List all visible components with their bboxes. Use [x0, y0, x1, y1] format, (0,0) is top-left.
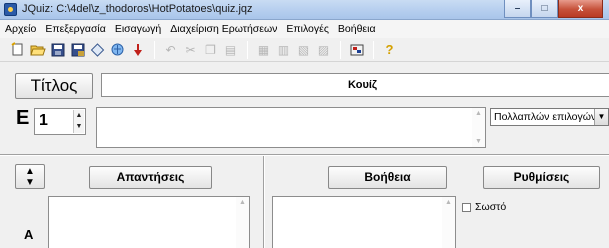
links-icon[interactable]: ▨	[314, 40, 333, 59]
new-file-icon[interactable]	[8, 40, 27, 59]
correct-label: Σωστό	[475, 201, 507, 213]
settings-button[interactable]: Ρυθμίσεις	[483, 166, 600, 189]
answer-row-label: A	[24, 227, 34, 242]
scroll-down-icon[interactable]: ▼	[472, 138, 485, 145]
toolbar-separator	[340, 40, 341, 59]
window-controls: – □ x	[504, 0, 603, 18]
toolbar-separator	[373, 40, 374, 59]
gap-icon[interactable]: ▧	[294, 40, 313, 59]
scroll-up-icon[interactable]: ▲	[472, 110, 485, 117]
spin-down-icon[interactable]: ▼	[74, 121, 84, 132]
reorder-answers-button[interactable]: ▲ ▼	[15, 164, 45, 189]
title-bar: JQuiz: C:\4del\z_thodoros\HotPotatoes\qu…	[0, 0, 609, 20]
open-folder-icon[interactable]	[28, 40, 47, 59]
answers-button[interactable]: Απαντήσεις	[89, 166, 212, 189]
menu-help[interactable]: Βοήθεια	[338, 23, 376, 35]
save-as-icon[interactable]	[68, 40, 87, 59]
scroll-up-icon[interactable]: ▲	[442, 199, 455, 206]
vertical-divider[interactable]	[263, 156, 265, 248]
title-input[interactable]: Κουίζ	[101, 73, 609, 97]
feedback-scrollbar[interactable]: ▲	[442, 197, 455, 248]
answer-text-input[interactable]: ▲	[48, 196, 250, 248]
question-type-value: Πολλαπλών επιλογών	[494, 111, 597, 123]
correct-checkbox[interactable]	[462, 202, 471, 212]
close-button[interactable]: x	[558, 0, 603, 18]
answer-scrollbar[interactable]: ▲	[236, 197, 249, 248]
menu-bar: Αρχείο Επεξεργασία Εισαγωγή Διαχείριση Ε…	[0, 20, 609, 38]
question-type-select[interactable]: Πολλαπλών επιλογών ▼	[490, 108, 609, 126]
paste-icon[interactable]: ▤	[221, 40, 240, 59]
menu-manage-questions[interactable]: Διαχείριση Ερωτήσεων	[170, 23, 277, 35]
toolbar: ↶ ✂ ❐ ▤ ▦ ▥ ▧ ▨ ?	[0, 38, 609, 62]
title-button[interactable]: Τίτλος	[15, 73, 93, 99]
table-icon[interactable]: ▥	[274, 40, 293, 59]
question-number-value: 1	[39, 112, 48, 129]
config-icon[interactable]	[347, 40, 366, 59]
question-prefix-label: E	[16, 107, 30, 129]
scroll-up-icon[interactable]: ▲	[236, 199, 249, 206]
maximize-button[interactable]: □	[531, 0, 558, 18]
export-icon[interactable]	[108, 40, 127, 59]
arrow-down-icon: ▼	[25, 177, 35, 188]
question-text-input[interactable]: ▲ ▼	[96, 107, 486, 148]
menu-options[interactable]: Επιλογές	[286, 23, 329, 35]
undo-icon[interactable]: ↶	[161, 40, 180, 59]
question-number-stepper[interactable]: 1 ▲ ▼	[34, 108, 86, 135]
save-icon[interactable]	[48, 40, 67, 59]
toolbar-separator	[247, 40, 248, 59]
menu-edit[interactable]: Επεξεργασία	[45, 23, 106, 35]
arrow-up-icon: ▲	[25, 166, 35, 177]
help-icon[interactable]: ?	[380, 40, 399, 59]
web-page-icon[interactable]	[88, 40, 107, 59]
image-icon[interactable]: ▦	[254, 40, 273, 59]
menu-insert[interactable]: Εισαγωγή	[115, 23, 161, 35]
feedback-text-input[interactable]: ▲	[272, 196, 456, 248]
app-icon	[4, 3, 17, 16]
copy-icon[interactable]: ❐	[201, 40, 220, 59]
spin-up-icon[interactable]: ▲	[74, 110, 84, 121]
feedback-button[interactable]: Βοήθεια	[328, 166, 447, 189]
correct-option[interactable]: Σωστό	[462, 201, 506, 213]
cut-icon[interactable]: ✂	[181, 40, 200, 59]
question-number-spinner[interactable]: ▲ ▼	[73, 110, 84, 133]
sort-icon[interactable]	[128, 40, 147, 59]
question-scrollbar[interactable]: ▲ ▼	[472, 108, 485, 147]
menu-file[interactable]: Αρχείο	[5, 23, 36, 35]
chevron-down-icon[interactable]: ▼	[594, 109, 608, 125]
minimize-button[interactable]: –	[504, 0, 531, 18]
toolbar-separator	[154, 40, 155, 59]
window-title: JQuiz: C:\4del\z_thodoros\HotPotatoes\qu…	[22, 3, 253, 15]
horizontal-divider	[0, 154, 609, 156]
